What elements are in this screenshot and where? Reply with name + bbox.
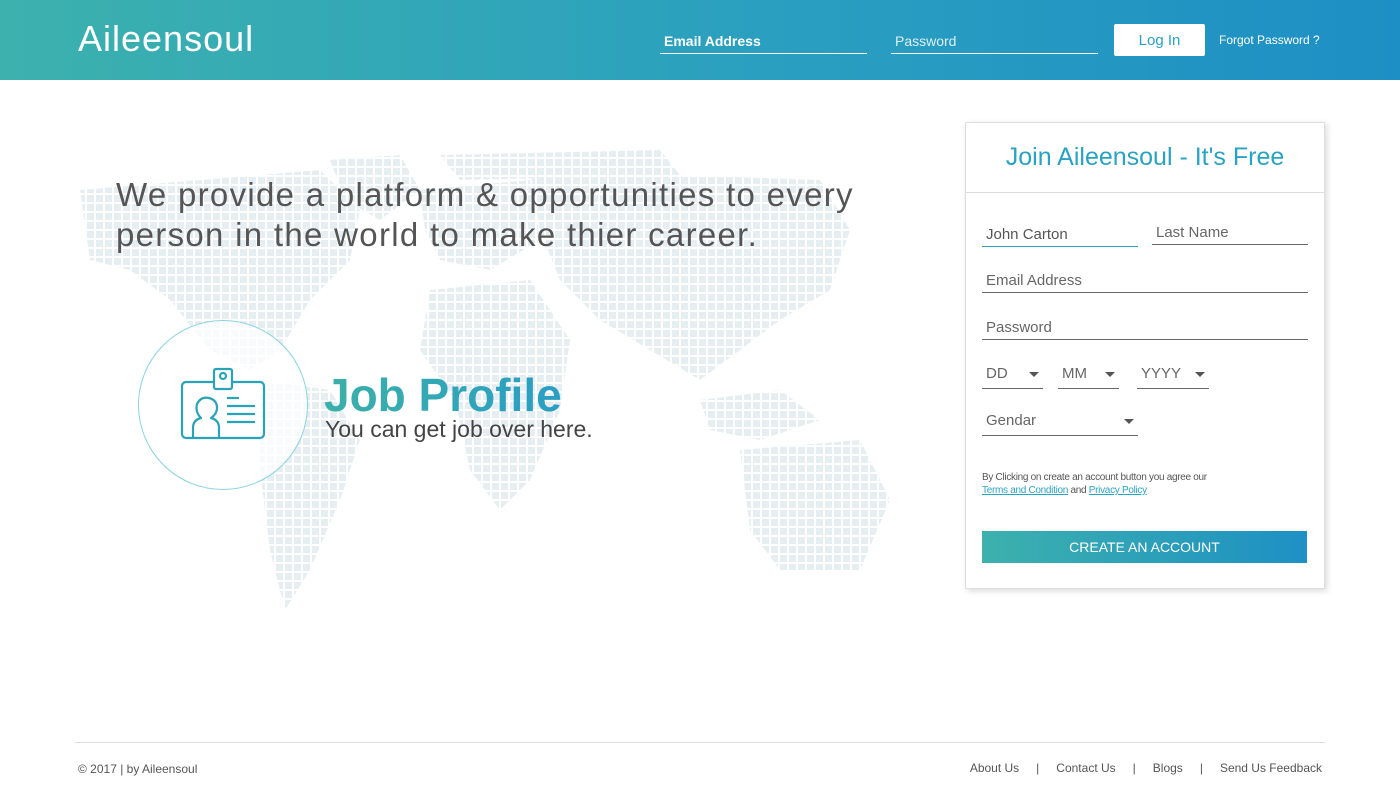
feature-subtitle: You can get job over here. [325, 416, 593, 442]
footer-link-contact[interactable]: Contact Us [1056, 761, 1115, 775]
birth-day-label: DD [986, 365, 1008, 382]
login-button[interactable]: Log In [1114, 24, 1205, 56]
terms-and-text: and [1070, 485, 1087, 496]
chevron-down-icon [1029, 372, 1039, 377]
footer-link-feedback[interactable]: Send Us Feedback [1220, 761, 1322, 775]
birth-year-label: YYYY [1141, 365, 1182, 382]
header-password-input[interactable] [891, 28, 1098, 54]
signup-heading: Join Aileensoul - It's Free [966, 123, 1324, 193]
footer-nav: About Us | Contact Us | Blogs | Send Us … [970, 761, 1322, 775]
footer-separator: | [1132, 761, 1136, 775]
hero-tagline: We provide a platform & opportunities to… [116, 176, 854, 253]
header-email-input[interactable] [660, 28, 867, 54]
footer-separator: | [1036, 761, 1040, 775]
forgot-password-link[interactable]: Forgot Password ? [1219, 33, 1320, 47]
gender-select[interactable]: Gendar [982, 410, 1138, 436]
id-card-icon [180, 367, 266, 440]
birth-month-label: MM [1062, 365, 1087, 382]
copyright-text: © 2017 | by Aileensoul [78, 762, 198, 776]
chevron-down-icon [1124, 419, 1134, 424]
footer-separator: | [1199, 761, 1203, 775]
footer-divider [75, 742, 1325, 743]
chevron-down-icon [1195, 372, 1205, 377]
terms-link[interactable]: Terms and Condition [982, 485, 1068, 496]
footer-link-about[interactable]: About Us [970, 761, 1019, 775]
terms-text: By Clicking on create an account button … [982, 472, 1207, 483]
last-name-input[interactable] [1152, 221, 1308, 245]
signup-card: Join Aileensoul - It's Free DD MM YYYY G… [965, 122, 1325, 589]
birth-year-select[interactable]: YYYY [1137, 363, 1209, 389]
site-logo[interactable]: Aileensoul [78, 18, 254, 60]
first-name-input[interactable] [982, 223, 1138, 247]
feature-icon-circle [138, 320, 308, 490]
chevron-down-icon [1105, 372, 1115, 377]
gender-label: Gendar [986, 412, 1037, 429]
signup-password-input[interactable] [982, 316, 1308, 340]
birth-month-select[interactable]: MM [1058, 363, 1119, 389]
birth-day-select[interactable]: DD [982, 363, 1043, 389]
terms-notice: By Clicking on create an account button … [982, 471, 1207, 497]
signup-email-input[interactable] [982, 269, 1308, 293]
create-account-button[interactable]: CREATE AN ACCOUNT [982, 531, 1307, 563]
privacy-link[interactable]: Privacy Policy [1089, 485, 1147, 496]
footer-link-blogs[interactable]: Blogs [1153, 761, 1183, 775]
top-navbar: Aileensoul Log In Forgot Password ? [0, 0, 1400, 80]
feature-title: Job Profile [324, 369, 562, 421]
